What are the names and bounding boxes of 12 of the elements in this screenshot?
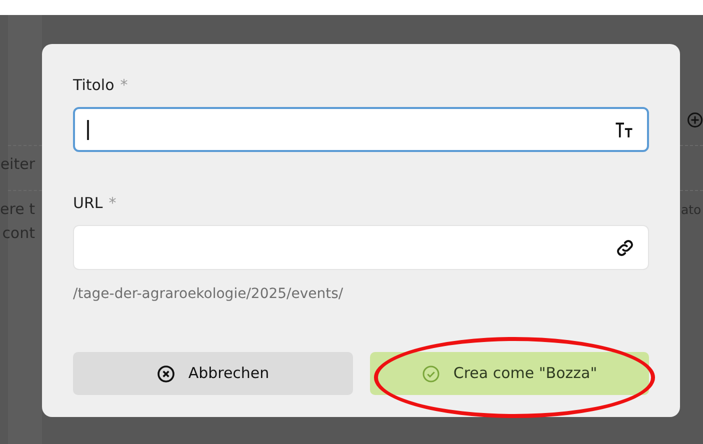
create-draft-button[interactable]: Crea come "Bozza": [370, 352, 649, 395]
url-input-field[interactable]: [73, 225, 649, 270]
required-mark: *: [108, 193, 116, 214]
required-mark: *: [120, 75, 128, 96]
field-label: URL: [73, 193, 103, 214]
title-input-field[interactable]: [73, 107, 649, 152]
cancel-icon: [156, 364, 176, 384]
cancel-button[interactable]: Abbrechen: [73, 352, 352, 395]
add-icon: [686, 111, 703, 129]
check-circle-icon: [421, 364, 442, 384]
url-path-hint: /tage-der-agraroekologie/2025/events/: [73, 285, 344, 304]
field-label: Titolo: [73, 75, 114, 96]
